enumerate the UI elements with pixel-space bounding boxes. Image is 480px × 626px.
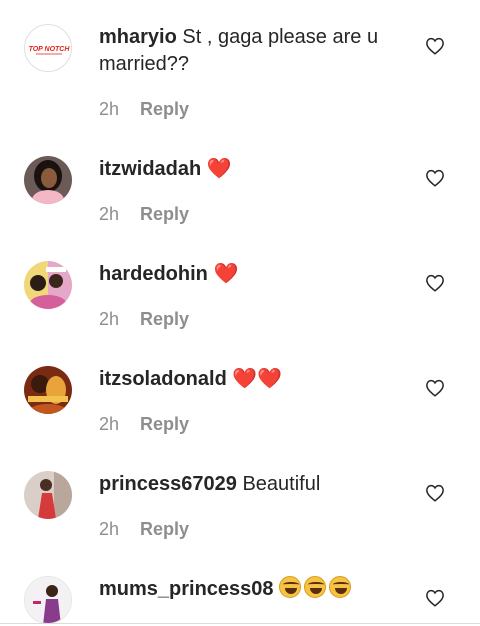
- avatar[interactable]: [24, 156, 72, 204]
- heart-outline-icon[interactable]: [425, 169, 445, 187]
- comment-body: ❤️: [213, 263, 239, 285]
- comment-text: mharyio St , gaga please are u married??: [99, 24, 399, 78]
- comment-body: ❤️: [206, 158, 232, 180]
- comment-time: 2h: [99, 519, 120, 539]
- comment-meta: 2h Reply: [99, 99, 189, 120]
- reply-button[interactable]: Reply: [140, 519, 189, 539]
- avatar[interactable]: TOP NOTCH: [24, 24, 72, 72]
- comment-text: itzsoladonald ❤️❤️: [99, 366, 399, 393]
- comment-meta: 2h Reply: [99, 309, 189, 330]
- comment-body: Beautiful: [242, 473, 321, 495]
- heart-outline-icon[interactable]: [425, 589, 445, 607]
- comment-body: ❤️❤️: [232, 368, 283, 390]
- reply-button[interactable]: Reply: [140, 99, 189, 119]
- divider: [0, 623, 480, 624]
- comment-meta: 2h Reply: [99, 204, 189, 225]
- comment-body: [279, 576, 354, 600]
- avatar[interactable]: [24, 366, 72, 414]
- reply-button[interactable]: Reply: [140, 204, 189, 224]
- topnotch-logo: TOP NOTCH: [29, 46, 71, 53]
- comment-text: princess67029 Beautiful: [99, 471, 399, 498]
- comment-meta: 2h Reply: [99, 519, 189, 540]
- comment-text: mums_princess08: [99, 576, 399, 603]
- comment-time: 2h: [99, 414, 120, 434]
- laughing-emoji-icon: [329, 576, 352, 598]
- laughing-emoji-icon: [279, 576, 302, 598]
- comment-username[interactable]: hardedohin: [99, 263, 208, 285]
- comment-username[interactable]: princess67029: [99, 473, 237, 495]
- laughing-emoji-icon: [304, 576, 327, 598]
- avatar[interactable]: [24, 261, 72, 309]
- comment-time: 2h: [99, 99, 120, 119]
- reply-button[interactable]: Reply: [140, 414, 189, 434]
- comment-username[interactable]: itzwidadah: [99, 158, 201, 180]
- comment-text: hardedohin ❤️: [99, 261, 399, 288]
- comment-time: 2h: [99, 204, 120, 224]
- reply-button[interactable]: Reply: [140, 309, 189, 329]
- heart-outline-icon[interactable]: [425, 274, 445, 292]
- comment-text: itzwidadah ❤️: [99, 156, 399, 183]
- heart-outline-icon[interactable]: [425, 484, 445, 502]
- avatar[interactable]: [24, 576, 72, 624]
- comment-username[interactable]: itzsoladonald: [99, 368, 227, 390]
- heart-outline-icon[interactable]: [425, 37, 445, 55]
- avatar[interactable]: [24, 471, 72, 519]
- comment-time: 2h: [99, 309, 120, 329]
- comment-username[interactable]: mums_princess08: [99, 578, 274, 600]
- comment-username[interactable]: mharyio: [99, 26, 177, 48]
- heart-outline-icon[interactable]: [425, 379, 445, 397]
- comment-meta: 2h Reply: [99, 414, 189, 435]
